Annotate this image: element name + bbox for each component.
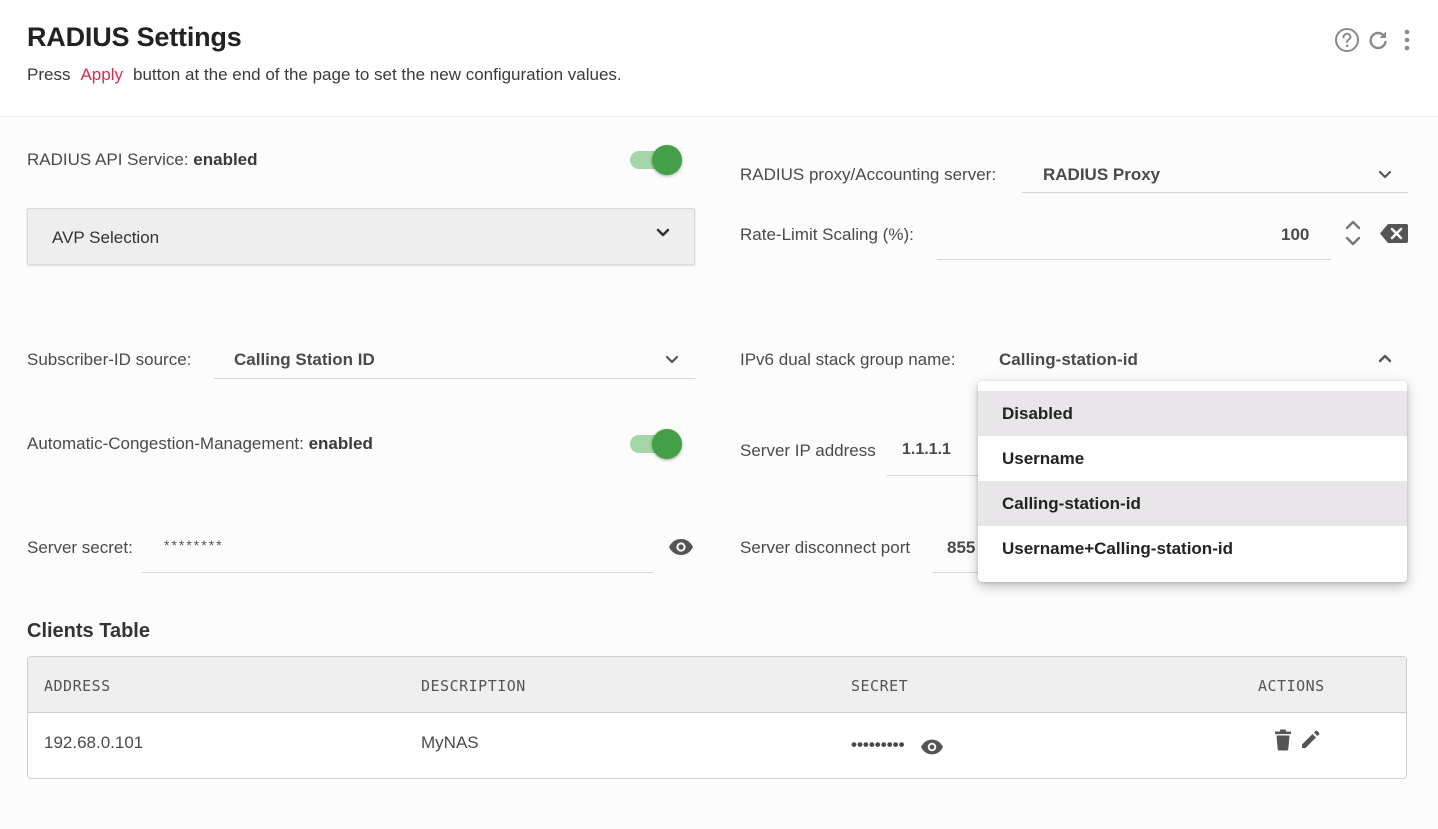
rate-limit-input[interactable]: 100 bbox=[1281, 225, 1309, 245]
api-service-state: enabled bbox=[193, 150, 258, 169]
api-service-toggle[interactable] bbox=[628, 142, 684, 176]
visibility-icon[interactable] bbox=[919, 736, 945, 758]
subscriber-id-underline bbox=[214, 378, 695, 379]
proxy-underline bbox=[1022, 192, 1408, 193]
subtitle-suffix: button at the end of the page to set the… bbox=[133, 65, 622, 84]
page-subtitle: Press Apply button at the end of the page … bbox=[27, 65, 622, 85]
menu-item-disabled[interactable]: Disabled bbox=[978, 391, 1407, 436]
proxy-label: RADIUS proxy/Accounting server: bbox=[740, 165, 997, 184]
server-secret-underline bbox=[142, 572, 653, 573]
congestion-toggle[interactable] bbox=[628, 426, 684, 460]
help-icon[interactable] bbox=[1334, 27, 1360, 53]
client-address: 192.68.0.101 bbox=[44, 733, 144, 752]
delete-icon[interactable] bbox=[1273, 729, 1293, 751]
chevron-down-icon[interactable] bbox=[662, 349, 682, 369]
refresh-icon[interactable] bbox=[1365, 27, 1391, 53]
column-header-secret: SECRET bbox=[851, 677, 909, 695]
api-service-label: RADIUS API Service: enabled bbox=[27, 150, 258, 170]
proxy-select[interactable]: RADIUS Proxy bbox=[1043, 165, 1160, 185]
congestion-label-text: Automatic-Congestion-Management: bbox=[27, 434, 309, 453]
clients-table: ADDRESS DESCRIPTION SECRET ACTIONS 192.6… bbox=[27, 656, 1407, 779]
ipv6-group-menu: Disabled Username Calling-station-id Use… bbox=[978, 381, 1407, 582]
stepper-icon[interactable] bbox=[1343, 219, 1363, 247]
disconnect-port-label: Server disconnect port bbox=[740, 538, 911, 557]
chevron-up-icon[interactable] bbox=[1375, 348, 1395, 368]
congestion-state: enabled bbox=[308, 434, 373, 453]
rate-limit-label: Rate-Limit Scaling (%): bbox=[740, 225, 914, 244]
column-header-address: ADDRESS bbox=[44, 677, 111, 695]
subtitle-prefix: Press bbox=[27, 65, 71, 84]
page-title: RADIUS Settings bbox=[27, 22, 242, 52]
column-header-actions: ACTIONS bbox=[1258, 677, 1325, 695]
menu-item-username-calling-station-id[interactable]: Username+Calling-station-id bbox=[978, 526, 1407, 571]
disconnect-port-underline bbox=[932, 572, 982, 573]
apply-link: Apply bbox=[80, 65, 123, 84]
api-service-label-text: RADIUS API Service: bbox=[27, 150, 194, 169]
clients-table-title: Clients Table bbox=[27, 620, 150, 642]
menu-item-calling-station-id[interactable]: Calling-station-id bbox=[978, 481, 1407, 526]
rate-limit-underline bbox=[937, 259, 1331, 260]
backspace-clear-icon[interactable] bbox=[1380, 223, 1408, 244]
chevron-down-icon bbox=[653, 223, 673, 243]
server-secret-label: Server secret: bbox=[27, 538, 133, 557]
toggle-knob bbox=[652, 429, 682, 459]
table-header: ADDRESS DESCRIPTION SECRET ACTIONS bbox=[28, 657, 1406, 713]
column-header-description: DESCRIPTION bbox=[421, 677, 526, 695]
avp-selection-panel[interactable]: AVP Selection bbox=[27, 208, 695, 265]
menu-item-username[interactable]: Username bbox=[978, 436, 1407, 481]
server-ip-label: Server IP address bbox=[740, 441, 876, 460]
subscriber-id-select[interactable]: Calling Station ID bbox=[234, 350, 375, 370]
client-description: MyNAS bbox=[421, 733, 479, 752]
toggle-knob bbox=[652, 145, 682, 175]
server-ip-underline bbox=[887, 475, 982, 476]
congestion-label: Automatic-Congestion-Management: enabled bbox=[27, 434, 373, 454]
server-secret-input[interactable]: ******** bbox=[164, 537, 224, 553]
client-secret: ••••••••• bbox=[851, 735, 905, 754]
visibility-icon[interactable] bbox=[667, 535, 695, 559]
more-vert-icon[interactable] bbox=[1394, 27, 1420, 53]
ipv6-group-select[interactable]: Calling-station-id bbox=[999, 350, 1138, 370]
chevron-down-icon[interactable] bbox=[1375, 164, 1395, 184]
ipv6-group-label: IPv6 dual stack group name: bbox=[740, 350, 956, 369]
disconnect-port-input[interactable]: 855 bbox=[947, 538, 975, 558]
avp-selection-label: AVP Selection bbox=[52, 228, 160, 247]
server-ip-input[interactable]: 1.1.1.1 bbox=[902, 441, 951, 459]
edit-icon[interactable] bbox=[1299, 729, 1321, 751]
subscriber-id-label: Subscriber-ID source: bbox=[27, 350, 192, 369]
